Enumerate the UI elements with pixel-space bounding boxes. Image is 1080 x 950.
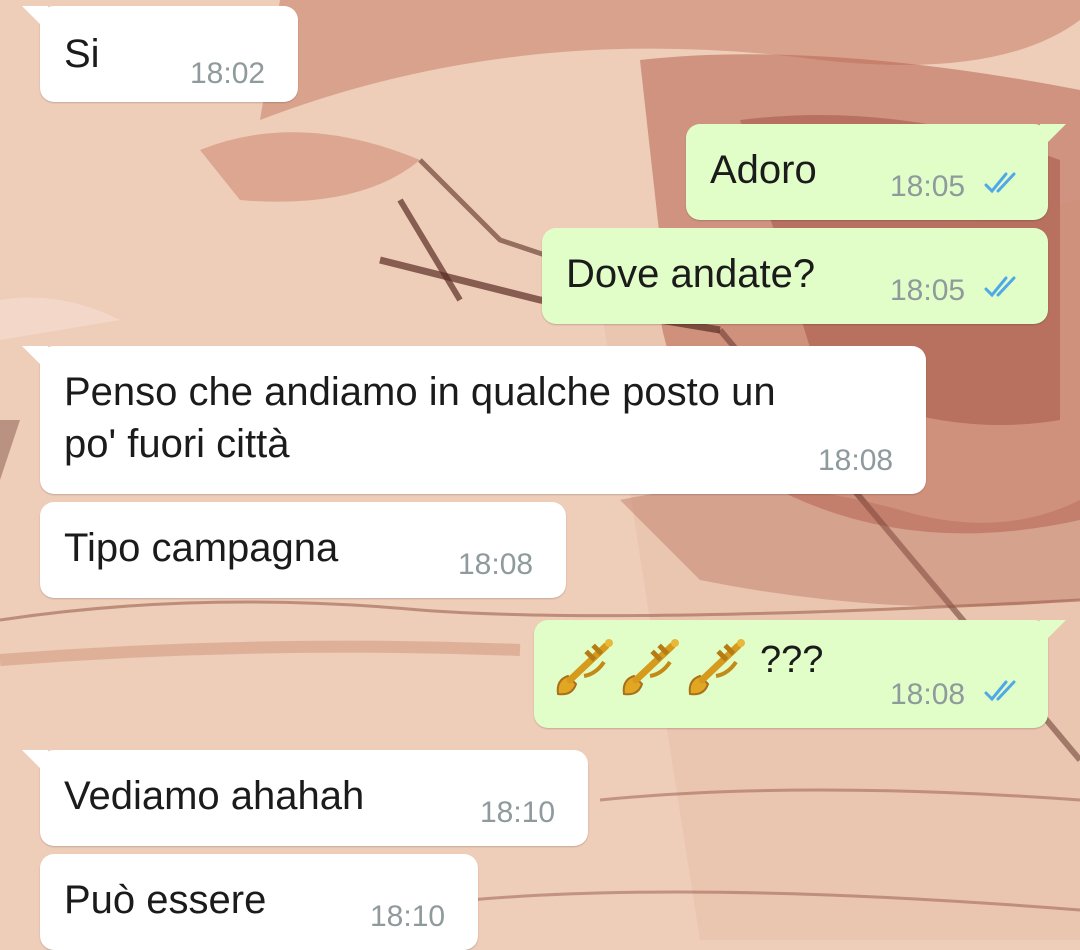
message-text: Dove andate? [566,252,816,296]
outgoing-message[interactable]: Dove andate? 18:05 [542,228,1048,324]
incoming-message[interactable]: Si 18:02 [22,6,298,102]
double-check-icon [984,276,1016,298]
bubble-tail [1040,124,1066,150]
trumpet-emoji [556,639,613,696]
trumpet-emoji [688,639,745,696]
incoming-message[interactable]: Vediamo ahahah 18:10 [22,750,588,846]
outgoing-message[interactable]: ??? 18:08 [534,620,1066,728]
double-check-icon [984,680,1016,702]
bubble-tail [22,6,48,32]
incoming-message[interactable]: Tipo campagna 18:08 [40,502,566,598]
message-emoji-row: ??? [554,636,823,702]
incoming-message[interactable]: Può essere 18:10 [40,854,478,950]
message-text: Adoro [710,148,817,192]
message-text: Si [64,32,100,76]
message-time: 18:10 [370,900,446,933]
double-check-icon [984,172,1016,194]
message-time: 18:08 [458,548,534,581]
message-time: 18:08 [890,678,966,711]
bubble-tail [1040,620,1066,646]
message-text: Tipo campagna [64,526,339,570]
message-text: ??? [760,638,824,681]
message-time: 18:10 [480,796,556,829]
message-time: 18:08 [818,444,894,477]
outgoing-message[interactable]: Adoro 18:05 [686,124,1066,220]
message-text: Penso che andiamo in qualche posto un po… [64,370,776,466]
message-time: 18:05 [890,274,966,307]
bubble-tail [22,346,48,372]
bubble-tail [22,750,48,776]
message-text: Vediamo ahahah [64,774,365,818]
trumpet-emoji [622,639,679,696]
message-text: Può essere [64,878,267,922]
incoming-message[interactable]: Penso che andiamo in qualche posto un po… [22,346,926,494]
message-time: 18:02 [190,57,266,90]
message-time: 18:05 [890,170,966,203]
